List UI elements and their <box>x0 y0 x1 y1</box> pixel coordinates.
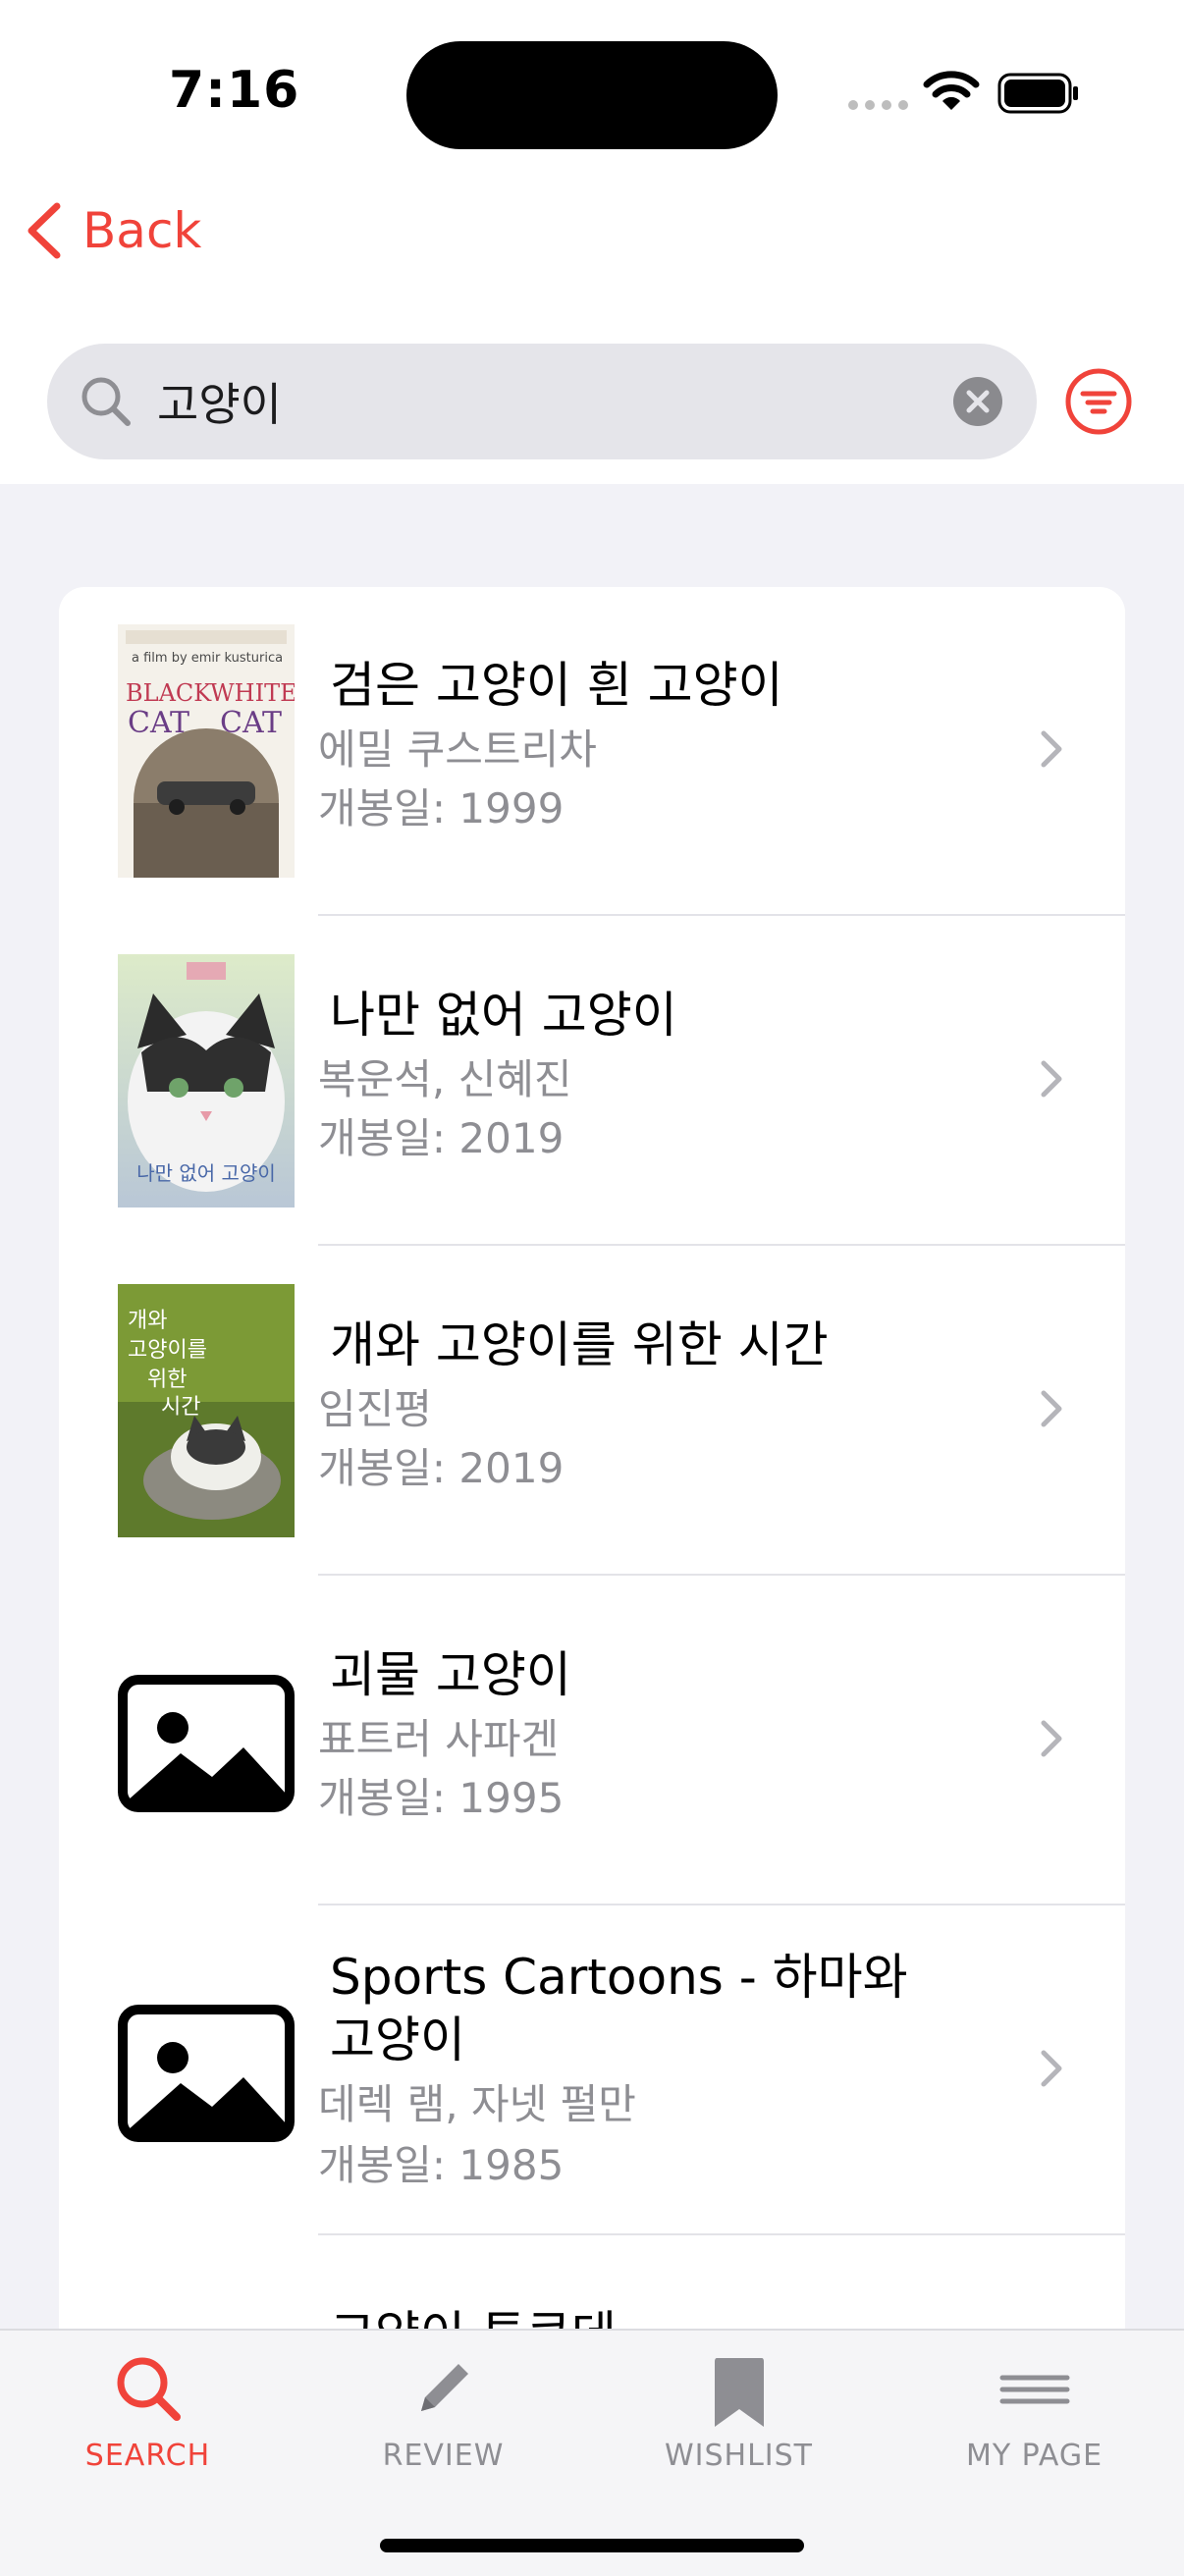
tab-label: MY PAGE <box>965 2439 1103 2473</box>
tab-wishlist[interactable]: WISHLIST <box>591 2331 887 2488</box>
chevron-right-icon <box>1041 2050 1062 2087</box>
svg-text:BLACK: BLACK <box>126 679 212 707</box>
dynamic-island <box>406 41 778 149</box>
search-icon <box>81 377 131 426</box>
home-indicator[interactable] <box>380 2539 804 2552</box>
movie-people: 표트러 사파겐 <box>318 1715 560 1763</box>
cellular-signal-icon <box>848 100 908 110</box>
movie-poster-image: 나만 없어 고양이 <box>118 954 295 1208</box>
row-divider <box>318 1244 1125 1246</box>
status-time: 7:16 <box>169 61 300 120</box>
movie-release: 개봉일: 2019 <box>318 1114 565 1162</box>
chevron-right-icon <box>1041 1060 1062 1098</box>
wifi-icon <box>923 71 980 110</box>
list-item[interactable]: 고양이 투쿠데 <box>59 2236 1125 2334</box>
pencil-icon <box>420 2364 468 2411</box>
movie-release: 개봉일: 2019 <box>318 1444 565 1492</box>
menu-icon <box>999 2375 1069 2404</box>
chevron-right-icon <box>1041 1720 1062 1757</box>
results-list: a film by emir kusturica BLACK WHITE CAT… <box>59 587 1125 2334</box>
tab-label: SEARCH <box>84 2439 211 2473</box>
chevron-right-icon <box>1041 1390 1062 1427</box>
row-divider <box>318 2233 1125 2235</box>
battery-icon <box>997 73 1078 114</box>
svg-text:고양이를: 고양이를 <box>128 1338 207 1363</box>
movie-release: 개봉일: 1995 <box>318 1774 565 1822</box>
movie-people: 복운석, 신혜진 <box>318 1055 572 1103</box>
image-placeholder-icon <box>118 1675 295 1812</box>
movie-people: 데렉 램, 자넷 펄만 <box>318 2080 636 2128</box>
movie-release: 개봉일: 1999 <box>318 784 565 832</box>
list-item[interactable]: Sports Cartoons - 하마와 고양이 데렉 램, 자넷 펄만 개봉… <box>59 1906 1125 2235</box>
svg-text:a film by emir kusturica: a film by emir kusturica <box>132 651 283 666</box>
row-divider <box>318 914 1125 916</box>
tab-label: REVIEW <box>382 2439 505 2473</box>
search-query-text[interactable]: 고양이 <box>157 369 952 434</box>
svg-text:나만 없어 고양이: 나만 없어 고양이 <box>136 1161 276 1185</box>
search-field[interactable]: 고양이 <box>47 344 1037 459</box>
bookmark-icon <box>714 2358 764 2427</box>
movie-people: 임진평 <box>318 1385 432 1433</box>
tab-my-page[interactable]: MY PAGE <box>887 2331 1182 2488</box>
svg-text:WHITE: WHITE <box>210 679 295 707</box>
search-icon <box>117 2357 181 2421</box>
image-placeholder-icon <box>118 2005 295 2142</box>
movie-title: Sports Cartoons - 하마와 고양이 <box>330 1949 908 2068</box>
movie-poster-image: a film by emir kusturica BLACK WHITE CAT… <box>118 624 295 878</box>
svg-text:위한: 위한 <box>147 1368 187 1392</box>
chevron-left-icon <box>27 202 61 259</box>
movie-title: 검은 고양이 흰 고양이 <box>330 657 783 714</box>
tab-label: WISHLIST <box>664 2439 814 2473</box>
filter-icon[interactable] <box>1064 367 1133 436</box>
movie-title: 개와 고양이를 위한 시간 <box>330 1316 829 1373</box>
tab-review[interactable]: REVIEW <box>296 2331 591 2488</box>
movie-poster-image: 개와 고양이를 위한 시간 <box>118 1284 295 1537</box>
chevron-right-icon <box>1041 730 1062 768</box>
list-item[interactable]: a film by emir kusturica BLACK WHITE CAT… <box>59 587 1125 916</box>
movie-people: 에밀 쿠스트리차 <box>318 725 597 774</box>
svg-text:개와: 개와 <box>128 1309 167 1333</box>
tab-search[interactable]: SEARCH <box>0 2331 296 2488</box>
clear-search-icon[interactable] <box>952 376 1003 427</box>
list-item[interactable]: 괴물 고양이 표트러 사파겐 개봉일: 1995 <box>59 1577 1125 1905</box>
movie-title: 나만 없어 고양이 <box>330 987 677 1044</box>
back-button[interactable]: Back <box>22 196 201 265</box>
row-divider <box>318 1904 1125 1905</box>
movie-title: 괴물 고양이 <box>330 1646 571 1703</box>
back-label: Back <box>82 202 202 259</box>
movie-release: 개봉일: 1985 <box>318 2141 565 2189</box>
list-item[interactable]: 나만 없어 고양이 나만 없어 고양이 복운석, 신혜진 개봉일: 2019 <box>59 917 1125 1246</box>
svg-text:시간: 시간 <box>161 1395 200 1420</box>
row-divider <box>318 1574 1125 1576</box>
list-item[interactable]: 개와 고양이를 위한 시간 개와 고양이를 위한 시간 임진평 개봉일: 201… <box>59 1247 1125 1576</box>
top-bar: 7:16 Back 고양이 <box>0 0 1184 484</box>
